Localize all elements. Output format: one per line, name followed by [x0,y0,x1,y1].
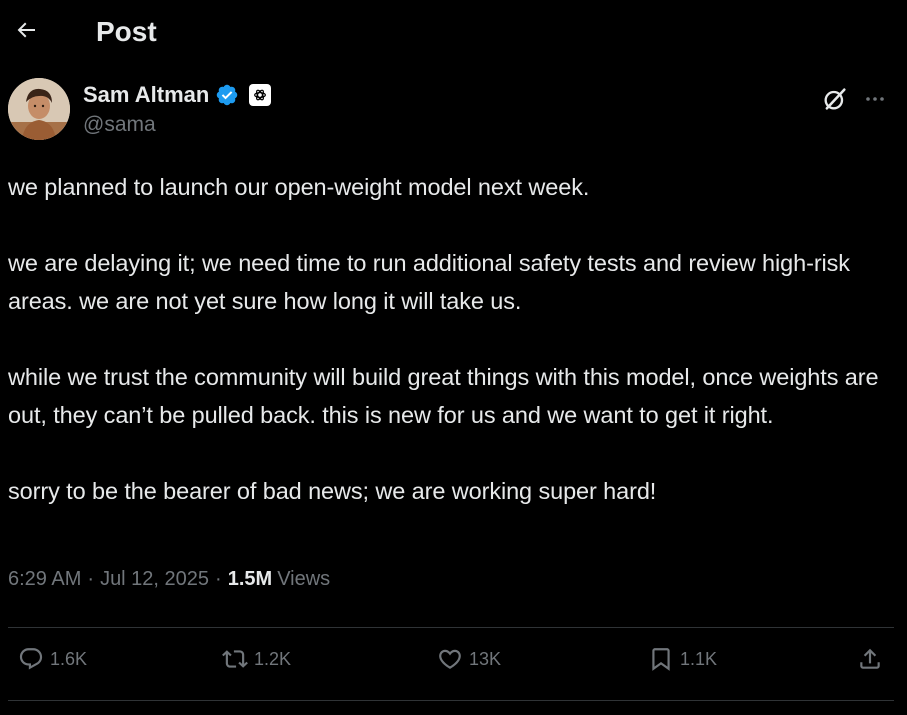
bookmark-icon [652,648,670,671]
page-title: Post [96,16,157,47]
divider [8,700,894,701]
bookmark-count: 1.1K [680,648,718,669]
verified-badge-icon[interactable] [215,83,239,107]
like-button[interactable]: 13K [437,646,501,672]
repost-icon [222,650,248,668]
display-name[interactable]: Sam Altman [83,82,209,108]
bookmark-button[interactable]: 1.1K [648,646,717,672]
handle[interactable]: @sama [83,113,156,137]
back-button[interactable] [6,10,46,50]
post-date[interactable]: Jul 12, 2025 [100,568,209,591]
post-time[interactable]: 6:29 AM [8,568,81,591]
reply-button[interactable]: 1.6K [18,646,87,672]
tweet-paragraph: sorry to be the bearer of bad news; we a… [8,478,657,504]
arrow-left-icon [17,22,35,38]
like-count: 13K [469,648,502,669]
avatar[interactable] [8,78,70,140]
repost-count: 1.2K [254,648,292,669]
grok-button[interactable] [818,82,852,116]
meta-separator: · [87,568,95,590]
name-line: Sam Altman [83,82,272,108]
tweet-meta: 6:29 AM · Jul 12, 2025 · 1.5M Views [8,568,330,591]
more-options-button[interactable] [858,82,892,116]
tweet-paragraph: we are delaying it; we need time to run … [8,250,850,314]
divider [8,627,894,628]
views-label: Views [277,568,331,590]
action-bar: 1.6K 1.2K 13K 1.1K [0,640,907,688]
avatar-image [8,78,70,140]
views-count[interactable]: 1.5M [228,568,272,591]
heart-icon [439,649,461,669]
tweet-paragraph: we planned to launch our open-weight mod… [8,174,590,200]
reply-count: 1.6K [50,648,88,669]
more-dots-icon [866,97,884,101]
share-button[interactable] [857,646,883,672]
reply-icon [19,648,43,670]
author-row: Sam Altman @sama [8,78,898,142]
tweet-text: we planned to launch our open-weight mod… [8,168,900,510]
grok-icon [824,88,846,110]
meta-separator: · [215,568,222,590]
openai-logo-icon[interactable] [249,84,272,106]
tweet-paragraph: while we trust the community will build … [8,364,879,428]
repost-button[interactable]: 1.2K [222,646,291,672]
top-bar: Post [0,0,907,68]
share-icon [860,648,880,669]
